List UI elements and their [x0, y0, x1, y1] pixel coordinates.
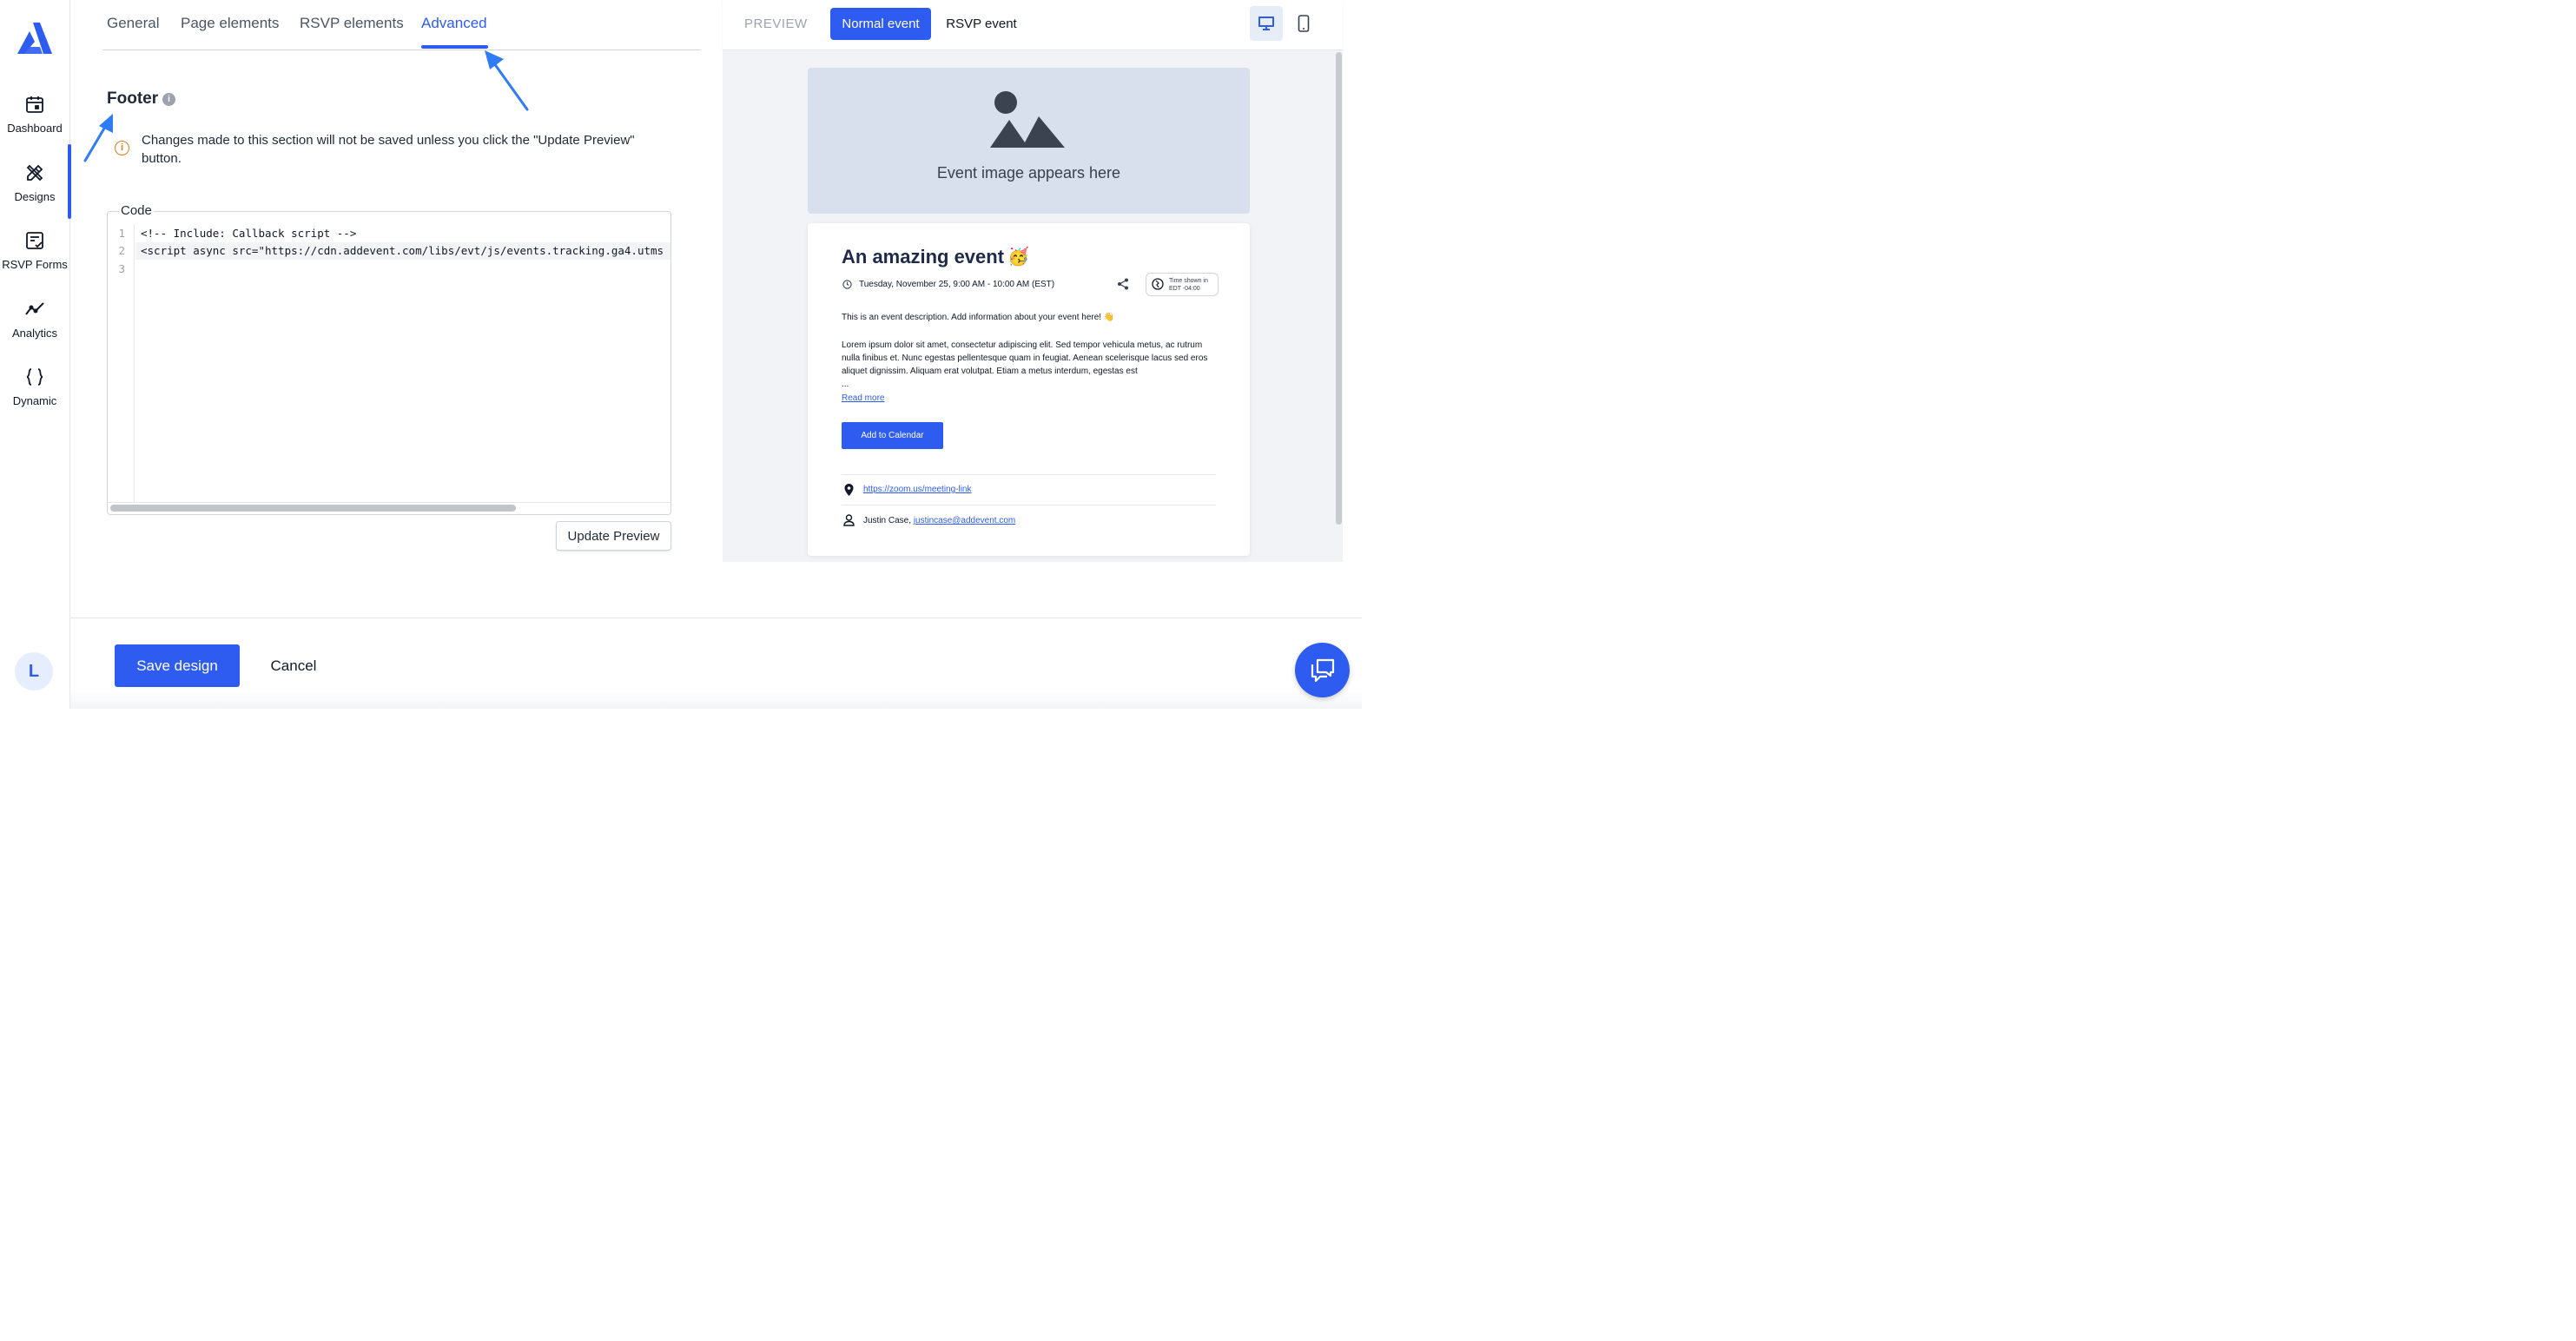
- avatar[interactable]: L: [15, 652, 53, 690]
- section-title: Footer: [107, 89, 159, 108]
- timezone-line-1: Time shown in: [1169, 278, 1208, 284]
- annotation-arrow-icon: [485, 50, 529, 111]
- line-number: 3: [118, 262, 125, 275]
- clock-icon: [842, 280, 852, 289]
- warning-icon: i: [115, 141, 129, 155]
- mobile-icon: [1298, 15, 1310, 32]
- line-number: 1: [118, 227, 125, 240]
- location-link[interactable]: https://zoom.us/meeting-link: [863, 485, 972, 494]
- update-preview-button[interactable]: Update Preview: [556, 521, 671, 551]
- sidebar-active-indicator: [68, 144, 71, 219]
- calendar-icon: [26, 96, 43, 113]
- trend-line-icon: [25, 302, 44, 315]
- organizer-info: Justin Case, justincase@addevent.com: [863, 516, 1015, 525]
- event-title: An amazing event: [842, 246, 1005, 268]
- tab-rsvp-elements[interactable]: RSVP elements: [300, 15, 404, 32]
- person-icon: [843, 514, 855, 526]
- tab-general[interactable]: General: [107, 15, 159, 32]
- sidebar-item-label: Analytics: [11, 327, 58, 340]
- event-date: Tuesday, November 25, 9:00 AM - 10:00 AM…: [859, 280, 1055, 289]
- sidebar-item-label: RSVP Forms: [2, 258, 68, 271]
- preview-label: PREVIEW: [744, 17, 808, 31]
- sidebar-item-label: Designs: [14, 190, 56, 203]
- read-more-link[interactable]: Read more: [842, 393, 884, 403]
- chat-support-button[interactable]: [1295, 643, 1350, 697]
- addevent-logo[interactable]: [17, 23, 52, 54]
- unsaved-notice: Changes made to this section will not be…: [142, 133, 635, 166]
- desktop-icon: [1258, 17, 1274, 30]
- tab-page-elements[interactable]: Page elements: [181, 15, 279, 32]
- timezone-label: Time shown in EDT -04:00: [1169, 277, 1208, 293]
- code-line[interactable]: <script async src="https://cdn.addevent.…: [141, 244, 670, 257]
- organizer-name: Justin Case,: [863, 516, 912, 525]
- sidebar-item-dynamic[interactable]: Dynamic: [0, 367, 69, 427]
- location-pin-icon: [844, 484, 854, 496]
- info-icon[interactable]: i: [162, 93, 175, 106]
- sidebar-item-analytics[interactable]: Analytics: [0, 299, 69, 360]
- code-label: Code: [119, 203, 154, 218]
- image-placeholder-caption: Event image appears here: [936, 164, 1121, 182]
- chat-icon: [1311, 658, 1335, 683]
- rsvp-event-toggle[interactable]: RSVP event: [938, 8, 1025, 40]
- image-icon: [990, 91, 1065, 148]
- organizer-email-link[interactable]: justincase@addevent.com: [914, 516, 1015, 525]
- sidebar-item-label: Dashboard: [7, 122, 63, 135]
- share-icon[interactable]: [1117, 278, 1129, 290]
- sidebar-item-dashboard[interactable]: Dashboard: [0, 94, 69, 155]
- desktop-view-button[interactable]: [1250, 6, 1283, 41]
- save-design-button[interactable]: Save design: [115, 644, 240, 687]
- sidebar-item-label: Dynamic: [12, 394, 57, 407]
- event-description-body: Lorem ipsum dolor sit amet, consectetur …: [842, 340, 1208, 376]
- tab-advanced[interactable]: Advanced: [421, 15, 487, 32]
- pencil-ruler-icon: [26, 164, 43, 182]
- event-image-placeholder: [808, 68, 1250, 214]
- event-description-intro: This is an event description. Add inform…: [842, 313, 1115, 322]
- annotation-arrow-icon: [83, 114, 113, 162]
- divider: [842, 474, 1216, 475]
- timezone-line-2: EDT -04:00: [1169, 286, 1200, 292]
- add-to-calendar-button[interactable]: Add to Calendar: [842, 422, 943, 449]
- globe-icon: [1152, 278, 1164, 290]
- settings-tabs: General Page elements RSVP elements Adva…: [102, 0, 701, 50]
- horizontal-scrollbar-thumb[interactable]: [110, 505, 516, 512]
- normal-event-toggle[interactable]: Normal event: [830, 8, 931, 40]
- mobile-view-button[interactable]: [1287, 6, 1320, 41]
- description-ellipsis: ...: [842, 380, 849, 389]
- braces-icon: [26, 368, 43, 386]
- sidebar-item-rsvp-forms[interactable]: RSVP Forms: [0, 230, 69, 291]
- cancel-button[interactable]: Cancel: [257, 644, 330, 687]
- form-check-icon: [26, 232, 43, 249]
- line-number: 2: [118, 244, 125, 257]
- party-emoji: 🥳: [1007, 248, 1029, 267]
- sidebar-item-designs[interactable]: Designs: [0, 162, 69, 223]
- code-line[interactable]: <!-- Include: Callback script -->: [141, 227, 670, 240]
- preview-scrollbar-thumb[interactable]: [1336, 52, 1342, 525]
- sidebar: Dashboard Designs RSVP Forms Analytics D…: [0, 0, 70, 709]
